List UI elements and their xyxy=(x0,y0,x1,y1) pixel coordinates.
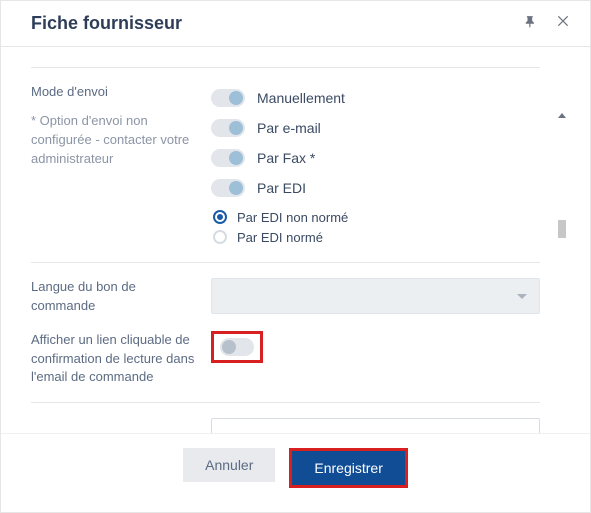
radio-edi-non-norme-label: Par EDI non normé xyxy=(237,210,348,225)
notes-control xyxy=(211,418,540,433)
supplier-modal: Fiche fournisseur Mode d'envoi * Option … xyxy=(0,0,591,513)
close-icon[interactable] xyxy=(556,14,570,33)
scroll-up-icon[interactable] xyxy=(558,113,566,118)
lang-label: Langue du bon de commande xyxy=(31,278,211,316)
modal-body: Mode d'envoi * Option d'envoi non config… xyxy=(1,47,590,433)
toggle-manual[interactable] xyxy=(211,89,245,107)
vertical-scrollbar[interactable] xyxy=(558,113,566,433)
radio-edi-norme[interactable] xyxy=(213,230,227,244)
notes-row xyxy=(31,418,540,433)
toggle-edi-row: Par EDI xyxy=(211,173,540,203)
modal-title: Fiche fournisseur xyxy=(31,13,524,34)
toggle-manual-label: Manuellement xyxy=(257,90,345,106)
notes-textarea[interactable] xyxy=(211,418,540,433)
send-mode-row: Mode d'envoi * Option d'envoi non config… xyxy=(31,83,540,247)
lang-select[interactable] xyxy=(211,278,540,314)
toggle-email-label: Par e-mail xyxy=(257,120,321,136)
toggle-email-row: Par e-mail xyxy=(211,113,540,143)
read-confirm-label: Afficher un lien cliquable de confirmati… xyxy=(31,331,211,388)
toggle-email[interactable] xyxy=(211,119,245,137)
send-mode-controls: Manuellement Par e-mail Par Fax * Par ED… xyxy=(211,83,540,247)
header-actions xyxy=(524,14,570,33)
toggle-edi-label: Par EDI xyxy=(257,180,306,196)
scroll-thumb[interactable] xyxy=(558,220,566,238)
pin-icon[interactable] xyxy=(524,15,538,32)
radio-edi-norme-row: Par EDI normé xyxy=(213,227,540,247)
send-mode-note: * Option d'envoi non configurée - contac… xyxy=(31,112,201,169)
read-confirm-control xyxy=(211,331,540,363)
modal-footer: Annuler Enregistrer xyxy=(1,433,590,512)
scroll-content: Mode d'envoi * Option d'envoi non config… xyxy=(31,67,590,433)
modal-header: Fiche fournisseur xyxy=(1,1,590,47)
read-confirm-highlight xyxy=(211,331,263,363)
send-mode-label: Mode d'envoi xyxy=(31,83,201,102)
divider xyxy=(31,402,540,403)
send-mode-label-col: Mode d'envoi * Option d'envoi non config… xyxy=(31,83,211,168)
save-button[interactable]: Enregistrer xyxy=(292,451,404,485)
toggle-fax-label: Par Fax * xyxy=(257,150,315,166)
radio-edi-non-norme[interactable] xyxy=(213,210,227,224)
lang-control xyxy=(211,278,540,314)
toggle-read-confirm[interactable] xyxy=(220,338,254,356)
toggle-manual-row: Manuellement xyxy=(211,83,540,113)
edi-radio-group: Par EDI non normé Par EDI normé xyxy=(213,207,540,247)
radio-edi-norme-label: Par EDI normé xyxy=(237,230,323,245)
lang-row: Langue du bon de commande xyxy=(31,278,540,316)
divider xyxy=(31,67,540,68)
save-button-highlight: Enregistrer xyxy=(289,448,407,488)
toggle-edi[interactable] xyxy=(211,179,245,197)
toggle-fax-row: Par Fax * xyxy=(211,143,540,173)
scroll-track[interactable] xyxy=(558,124,566,433)
radio-edi-non-norme-row: Par EDI non normé xyxy=(213,207,540,227)
toggle-fax[interactable] xyxy=(211,149,245,167)
divider xyxy=(31,262,540,263)
read-confirm-row: Afficher un lien cliquable de confirmati… xyxy=(31,331,540,388)
cancel-button[interactable]: Annuler xyxy=(183,448,275,482)
